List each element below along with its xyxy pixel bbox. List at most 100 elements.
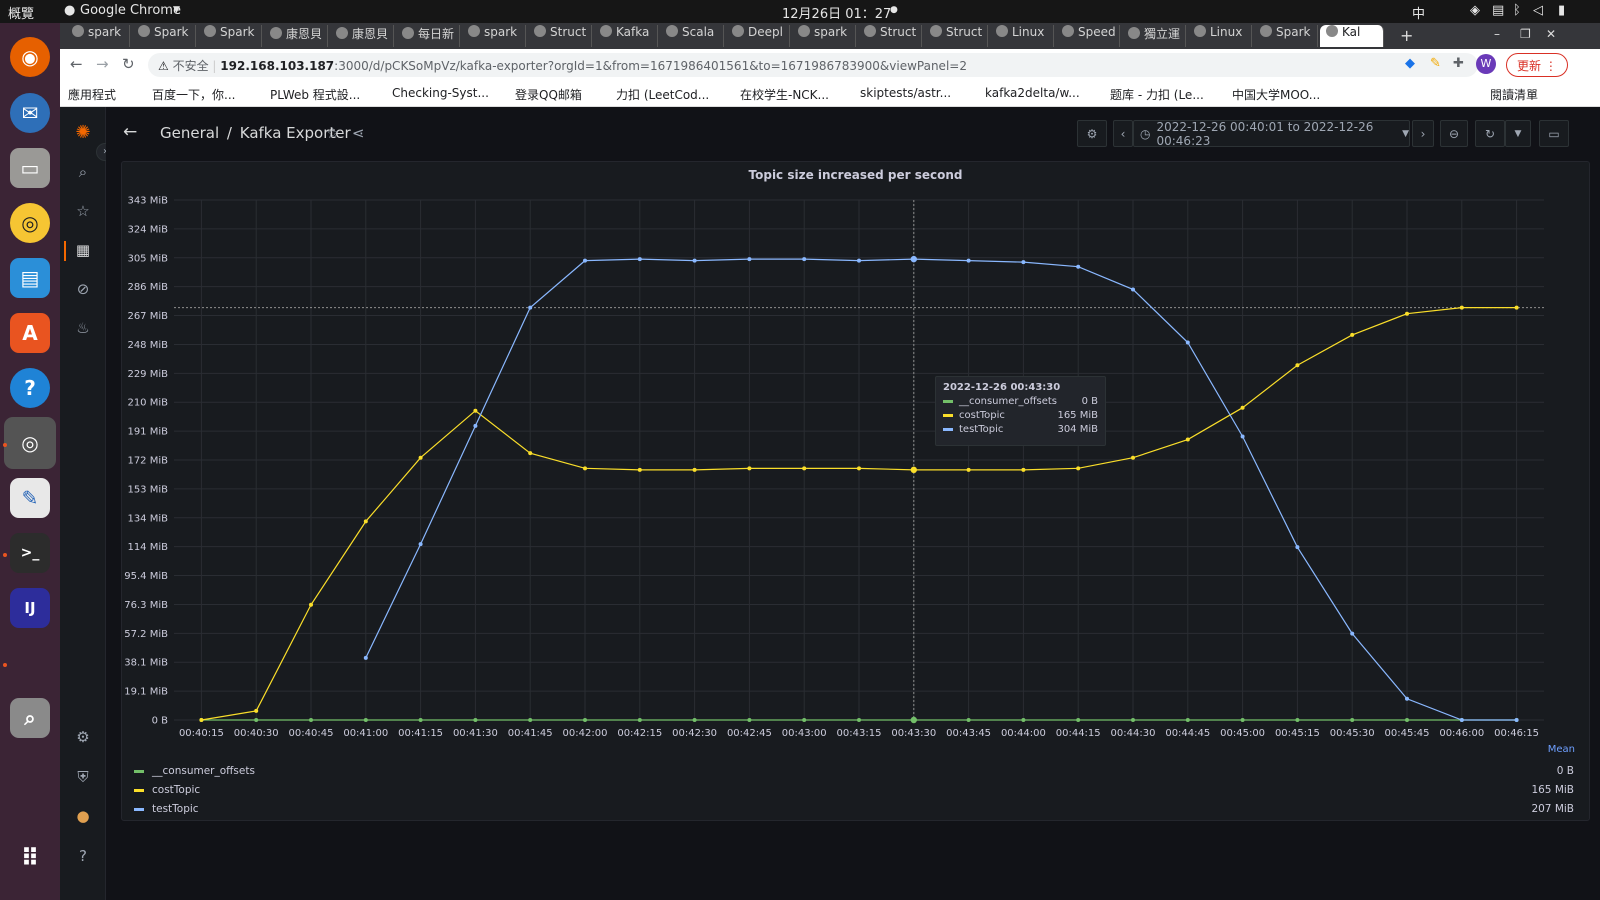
bookmark-item[interactable]: 在校学生-NCK... [740,86,829,103]
rhythmbox-icon[interactable]: ◎ [10,203,50,243]
dashboard-settings-button[interactable]: ⚙ [1077,120,1107,147]
bookmark-item[interactable]: skiptests/astr... [860,86,951,100]
clock[interactable]: 12月26日 01：27 [782,3,891,22]
bookmark-item[interactable]: 登录QQ邮箱 [515,86,582,103]
browser-tab[interactable]: Struct [528,25,592,47]
chevron-down-icon[interactable]: ▼ [173,5,180,15]
back-arrow-icon[interactable]: ← [123,122,137,142]
star-icon[interactable]: ☆ [326,124,339,142]
refresh-interval-button[interactable]: ▼ [1505,120,1531,147]
legend-series-name[interactable]: testTopic [152,800,199,819]
breadcrumb-folder[interactable]: General [160,124,219,142]
address-bar[interactable]: ⚠ 不安全 | 192.168.103.187:3000/d/pCKSoMpVz… [148,53,1478,77]
keyboard-icon[interactable]: ▤ [1492,3,1504,18]
tv-mode-button[interactable]: ▭ [1539,120,1569,147]
dashboards-icon[interactable]: ▦ [74,241,92,259]
extension-icon[interactable]: ✎ [1430,56,1441,71]
app-menu[interactable]: Google Chrome [80,3,181,18]
zoom-out-button[interactable]: ⊖ [1440,120,1468,147]
show-apps-icon[interactable]: ⠿ [10,838,50,878]
legend-row[interactable]: costTopic 165 MiB [134,781,1574,800]
browser-tab[interactable]: Kafka [594,25,658,47]
browser-tab[interactable]: Deepl [726,25,790,47]
explore-icon[interactable]: ⊘ [74,280,92,298]
search-icon[interactable]: ⌕ [74,163,92,181]
forward-icon[interactable]: → [96,55,109,73]
browser-tab[interactable]: 每日新 [396,25,460,47]
refresh-button[interactable]: ↻ [1475,120,1505,147]
share-icon[interactable]: ⋖ [352,124,365,142]
legend-series-name[interactable]: __consumer_offsets [152,762,255,781]
new-tab-icon[interactable]: + [1400,26,1413,45]
legend-row[interactable]: __consumer_offsets 0 B [134,762,1574,781]
browser-tab[interactable]: Spark [198,25,262,47]
browser-tab[interactable]: spark [792,25,856,47]
bookmark-item[interactable]: Checking-Syst... [392,86,489,100]
browser-tab[interactable]: Struct [924,25,988,47]
writer-icon[interactable]: ▤ [10,258,50,298]
browser-tab[interactable]: Scala [660,25,724,47]
browser-tab[interactable]: Linux [990,25,1054,47]
close-window-icon[interactable]: ✕ [1546,27,1556,41]
help-icon[interactable]: ? [10,368,50,408]
screenshot-icon[interactable]: ⌕ [10,698,50,738]
favicon-icon [1260,25,1272,37]
restore-icon[interactable]: ❐ [1520,27,1531,41]
time-range-picker[interactable]: ◷ 2022-12-26 00:40:01 to 2022-12-26 00:4… [1133,120,1410,148]
settings-gear-icon[interactable]: ⚙ [74,728,92,746]
profile-avatar[interactable]: W [1476,54,1496,74]
minimize-icon[interactable]: – [1494,27,1500,41]
shield-icon[interactable]: ⛨ [74,768,92,786]
bookmark-item[interactable]: kafka2delta/w... [985,86,1080,100]
files-icon[interactable]: ▭ [10,148,50,188]
alerting-bell-icon[interactable]: ♨ [74,319,92,337]
grafana-logo-icon[interactable]: ✺ [74,124,92,142]
thunderbird-icon[interactable]: ✉ [10,93,50,133]
bookmark-item[interactable]: 力扣 (LeetCod... [616,86,709,103]
time-forward-button[interactable]: › [1412,120,1434,147]
bookmark-item[interactable]: 閱讀清單 [1490,86,1538,103]
software-center-icon[interactable]: A [10,313,50,353]
browser-tab[interactable]: Spark [1254,25,1318,47]
browser-tab[interactable]: Struct [858,25,922,47]
firefox-icon[interactable]: ◉ [10,37,50,77]
browser-tab[interactable]: Linux [1188,25,1252,47]
back-icon[interactable]: ← [70,55,83,73]
time-series-chart[interactable]: 0 B 19.1 MiB 38.1 MiB 57.2 MiB 76.3 MiB 95.4 … [122,162,1591,762]
bluetooth-icon[interactable]: ᛒ [1513,3,1521,18]
text-editor-icon[interactable]: ✎ [10,478,50,518]
intellij-icon[interactable]: IJ [10,588,50,628]
tab-label: Spark [220,25,255,39]
browser-tab[interactable]: spark [462,25,526,47]
bookmark-item[interactable]: 中国大学MOO... [1232,86,1320,103]
input-method-indicator[interactable]: 中 [1412,3,1425,22]
reload-icon[interactable]: ↻ [122,55,135,73]
help-icon[interactable]: ? [74,847,92,865]
bookmark-item[interactable]: PLWeb 程式設... [270,86,360,103]
puzzle-icon[interactable]: ✚ [1453,56,1464,71]
bookmark-item[interactable]: 應用程式 [68,86,116,103]
volume-icon[interactable]: ◁ [1533,3,1543,18]
browser-tab[interactable]: Speed [1056,25,1120,47]
tab-active[interactable]: Kal [1320,25,1384,47]
update-button[interactable]: 更新 ⋮ [1506,53,1568,77]
activities-button[interactable]: 概覽 [8,3,34,22]
legend-series-name[interactable]: costTopic [152,781,200,800]
wifi-icon[interactable]: ◈ [1470,3,1480,18]
terminal-icon[interactable]: >_ [10,533,50,573]
browser-tab[interactable]: 獨立運 [1122,25,1186,47]
time-back-button[interactable]: ‹ [1113,120,1133,147]
browser-tab[interactable]: spark [66,25,130,47]
battery-icon[interactable]: ▮ [1558,3,1565,18]
bookmark-item[interactable]: 百度一下，你... [152,86,235,103]
chrome-dock-icon[interactable]: ◎ [4,417,56,469]
browser-tab[interactable]: 康恩貝 [264,25,328,47]
user-avatar[interactable]: ● [74,807,92,825]
extension-icon[interactable]: ◆ [1405,56,1415,71]
legend-row[interactable]: testTopic 207 MiB [134,800,1574,819]
browser-tab[interactable]: Spark [132,25,196,47]
browser-tab[interactable]: 康恩貝 [330,25,394,47]
starred-icon[interactable]: ☆ [74,202,92,220]
legend-mean-header[interactable]: Mean [1548,744,1575,755]
bookmark-item[interactable]: 题库 - 力扣 (Le... [1110,86,1204,103]
